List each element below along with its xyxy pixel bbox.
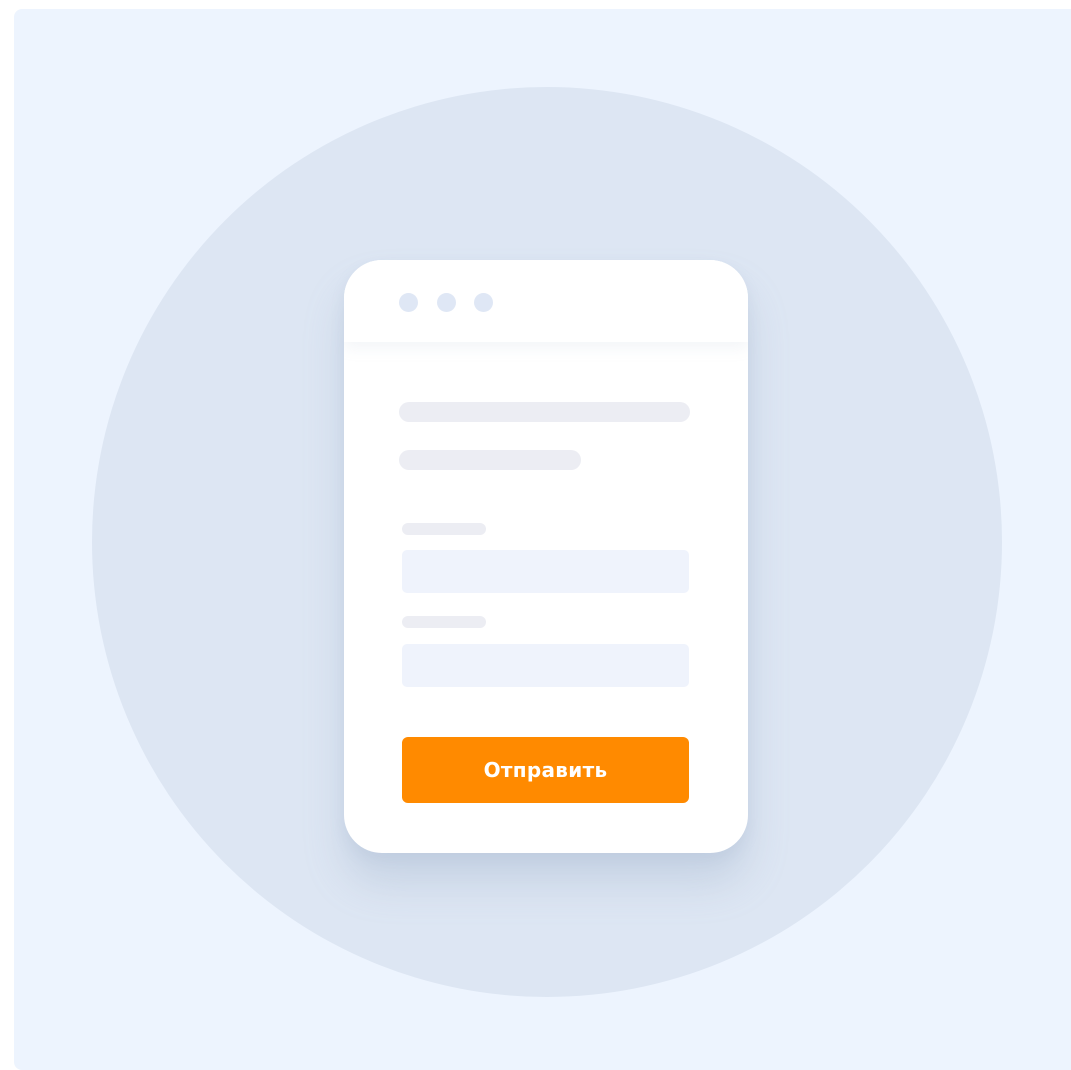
field-label-placeholder-1 — [402, 523, 486, 535]
window-dot-2 — [437, 293, 456, 312]
window-dot-3 — [474, 293, 493, 312]
input-field-2[interactable] — [402, 644, 689, 687]
form-window: Отправить — [344, 260, 748, 853]
input-field-1[interactable] — [402, 550, 689, 593]
heading-placeholder-line-2 — [399, 450, 581, 470]
window-titlebar — [344, 260, 748, 342]
field-label-placeholder-2 — [402, 616, 486, 628]
window-dot-1 — [399, 293, 418, 312]
illustration-canvas: Отправить — [14, 9, 1071, 1070]
submit-button[interactable]: Отправить — [402, 737, 689, 803]
heading-placeholder-line-1 — [399, 402, 690, 422]
